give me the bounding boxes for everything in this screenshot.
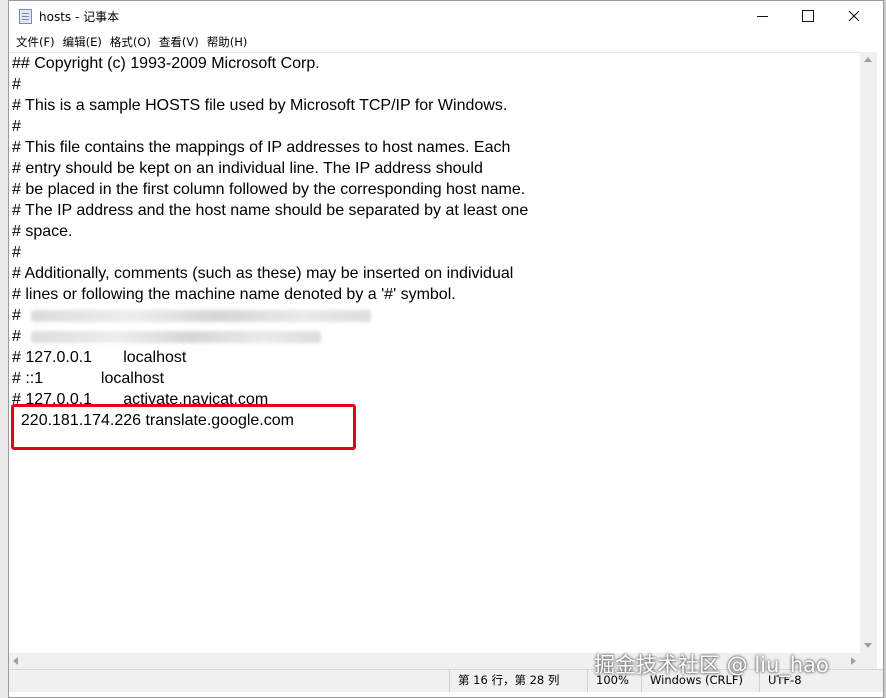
text-line: # xyxy=(12,328,21,345)
text-editor[interactable]: ## Copyright (c) 1993-2009 Microsoft Cor… xyxy=(9,52,860,654)
text-line: # This file contains the mappings of IP … xyxy=(12,139,511,156)
notepad-window: hosts - 记事本 文件(F) 编辑(E) 格式(O) 查看(V) 帮助(H… xyxy=(8,0,884,698)
background-window-edge xyxy=(0,0,8,698)
text-line: # xyxy=(12,76,21,93)
text-line: # Additionally, comments (such as these)… xyxy=(12,265,514,282)
text-line: # The IP address and the host name shoul… xyxy=(12,202,529,219)
vertical-scrollbar[interactable] xyxy=(860,52,877,653)
text-line: # xyxy=(12,118,21,135)
redacted-text xyxy=(31,310,371,322)
notepad-icon xyxy=(19,9,32,24)
text-line: # xyxy=(12,307,21,324)
scrollbar-corner xyxy=(860,653,877,669)
redacted-text xyxy=(31,331,321,343)
text-line: ## Copyright (c) 1993-2009 Microsoft Cor… xyxy=(12,55,320,72)
menu-format[interactable]: 格式(O) xyxy=(109,34,158,50)
cursor-position: 第 16 行，第 28 列 xyxy=(449,670,588,692)
window-title: hosts - 记事本 xyxy=(39,10,120,24)
scroll-left-icon[interactable] xyxy=(13,657,18,665)
text-line: # lines or following the machine name de… xyxy=(12,286,456,303)
text-line: # This is a sample HOSTS file used by Mi… xyxy=(12,97,508,114)
text-line: # entry should be kept on an individual … xyxy=(12,160,483,177)
highlight-annotation-box xyxy=(11,404,356,450)
text-line: # be placed in the first column followed… xyxy=(12,181,526,198)
scroll-up-icon[interactable] xyxy=(864,57,872,62)
menu-bar: 文件(F) 编辑(E) 格式(O) 查看(V) 帮助(H) xyxy=(9,31,883,52)
minimize-icon xyxy=(756,15,768,17)
title-bar[interactable]: hosts - 记事本 xyxy=(9,1,883,31)
menu-help[interactable]: 帮助(H) xyxy=(206,34,255,50)
menu-file[interactable]: 文件(F) xyxy=(15,34,62,50)
minimize-button[interactable] xyxy=(739,1,785,31)
menu-view[interactable]: 查看(V) xyxy=(158,34,206,50)
watermark: 掘金技术社区 @ liu_hao xyxy=(594,653,829,677)
text-line: # space. xyxy=(12,223,73,240)
close-button[interactable] xyxy=(831,1,877,31)
text-line: # xyxy=(12,244,21,261)
text-line: # ::1 localhost xyxy=(12,370,165,387)
close-icon xyxy=(848,10,860,22)
maximize-button[interactable] xyxy=(785,1,831,31)
maximize-icon xyxy=(802,10,814,22)
scroll-right-icon[interactable] xyxy=(851,657,856,665)
menu-edit[interactable]: 编辑(E) xyxy=(62,34,109,50)
scroll-down-icon[interactable] xyxy=(864,643,872,648)
text-line: # 127.0.0.1 localhost xyxy=(12,349,187,366)
